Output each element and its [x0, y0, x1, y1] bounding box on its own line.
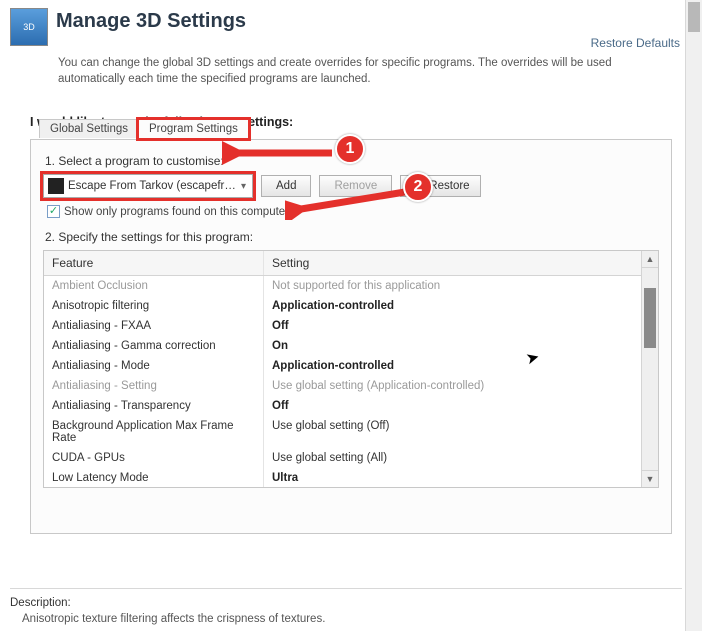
nvidia-icon [411, 181, 425, 191]
table-row[interactable]: Antialiasing - SettingUse global setting… [44, 376, 641, 396]
restore-button-label: Restore [429, 180, 469, 192]
feature-cell: Background Application Max Frame Rate [44, 416, 264, 448]
tab-global-settings[interactable]: Global Settings [39, 119, 139, 138]
table-row[interactable]: Low Latency ModeUltra [44, 468, 641, 487]
feature-cell: CUDA - GPUs [44, 448, 264, 468]
scroll-down-icon[interactable]: ▼ [642, 470, 658, 487]
step2-label: 2. Specify the settings for this program… [45, 230, 659, 244]
description-label: Description: [10, 597, 682, 609]
feature-cell: Anisotropic filtering [44, 296, 264, 316]
feature-cell: Ambient Occlusion [44, 276, 264, 296]
setting-cell: Off [264, 316, 641, 336]
add-button[interactable]: Add [261, 175, 311, 197]
program-select-value: Escape From Tarkov (escapefro... [68, 180, 239, 192]
restore-button[interactable]: Restore [400, 175, 480, 197]
remove-button: Remove [319, 175, 392, 197]
table-row[interactable]: Antialiasing - FXAAOff [44, 316, 641, 336]
feature-cell: Antialiasing - Gamma correction [44, 336, 264, 356]
table-header: Feature Setting [44, 251, 641, 276]
table-row[interactable]: Anisotropic filteringApplication-control… [44, 296, 641, 316]
table-row[interactable]: Antialiasing - Gamma correctionOn [44, 336, 641, 356]
table-row[interactable]: Antialiasing - ModeApplication-controlle… [44, 356, 641, 376]
setting-cell: Use global setting (Off) [264, 416, 641, 448]
setting-cell: On [264, 336, 641, 356]
feature-cell: Antialiasing - Setting [44, 376, 264, 396]
feature-cell: Antialiasing - FXAA [44, 316, 264, 336]
chevron-down-icon: ▾ [239, 181, 248, 192]
setting-cell: Not supported for this application [264, 276, 641, 296]
col-setting: Setting [264, 251, 641, 275]
feature-cell: Antialiasing - Mode [44, 356, 264, 376]
app-icon: 3D [10, 8, 48, 46]
page-scroll-thumb[interactable] [688, 2, 700, 32]
setting-cell: Use global setting (All) [264, 448, 641, 468]
scroll-up-icon[interactable]: ▲ [642, 251, 658, 268]
setting-cell: Application-controlled [264, 296, 641, 316]
restore-defaults-link[interactable]: Restore Defaults [591, 36, 680, 50]
program-select-dropdown[interactable]: Escape From Tarkov (escapefro... ▾ [43, 174, 253, 198]
table-row[interactable]: Background Application Max Frame RateUse… [44, 416, 641, 448]
table-scrollbar[interactable]: ▲ ▼ [641, 251, 658, 487]
page-description: You can change the global 3D settings an… [58, 56, 692, 87]
description-text: Anisotropic texture filtering affects th… [22, 613, 682, 625]
setting-cell: Ultra [264, 468, 641, 487]
settings-table: Feature Setting Ambient OcclusionNot sup… [43, 250, 659, 488]
setting-cell: Application-controlled [264, 356, 641, 376]
col-feature: Feature [44, 251, 264, 275]
feature-cell: Antialiasing - Transparency [44, 396, 264, 416]
tab-program-settings[interactable]: Program Settings [138, 119, 249, 139]
page-scrollbar[interactable] [685, 0, 702, 631]
step1-label: 1. Select a program to customise: [45, 154, 659, 168]
scroll-thumb[interactable] [644, 288, 656, 348]
table-row[interactable]: CUDA - GPUsUse global setting (All) [44, 448, 641, 468]
feature-cell: Low Latency Mode [44, 468, 264, 487]
program-icon [48, 178, 64, 194]
checkbox-label: Show only programs found on this compute… [64, 206, 289, 218]
setting-cell: Off [264, 396, 641, 416]
table-row[interactable]: Antialiasing - TransparencyOff [44, 396, 641, 416]
setting-cell: Use global setting (Application-controll… [264, 376, 641, 396]
page-title: Manage 3D Settings [56, 10, 692, 33]
settings-panel: Global Settings Program Settings 1. Sele… [30, 139, 672, 534]
show-only-found-checkbox[interactable]: ✓ [47, 205, 60, 218]
table-row[interactable]: Ambient OcclusionNot supported for this … [44, 276, 641, 296]
